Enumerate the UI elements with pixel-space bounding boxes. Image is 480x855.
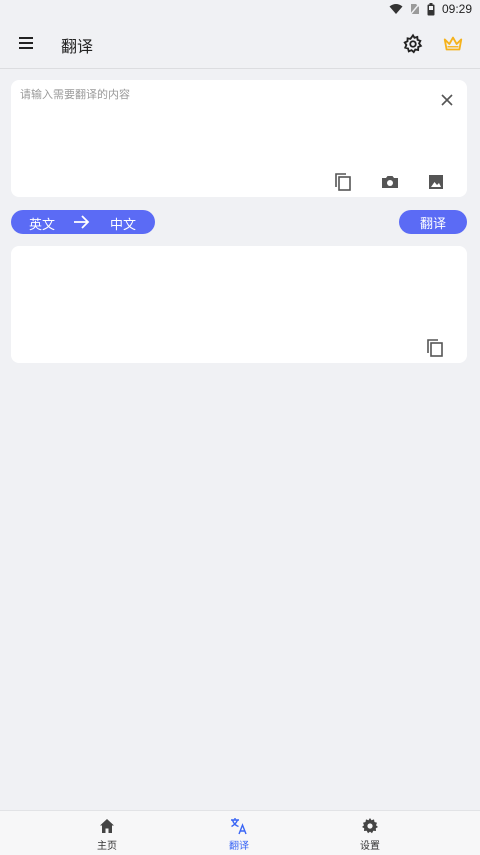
- translate-icon: [231, 818, 247, 835]
- nav-item-translate[interactable]: 翻译: [209, 817, 269, 852]
- status-time: 09:29: [441, 2, 472, 16]
- output-card: [11, 246, 467, 363]
- wifi-icon: [389, 4, 403, 14]
- copy-icon[interactable]: [333, 172, 353, 192]
- translate-button[interactable]: 翻译: [399, 210, 467, 234]
- nav-item-home[interactable]: 主页: [77, 817, 137, 852]
- input-placeholder[interactable]: 请输入需要翻译的内容: [20, 86, 130, 102]
- arrow-right-icon: [74, 215, 90, 229]
- home-icon: [100, 819, 114, 833]
- battery-icon: [427, 2, 435, 15]
- nav-item-settings[interactable]: 设置: [340, 817, 400, 852]
- language-selector[interactable]: 英文 中文: [11, 210, 155, 234]
- target-language[interactable]: 中文: [110, 214, 136, 233]
- status-bar: 09:29: [0, 0, 480, 18]
- crown-icon[interactable]: [442, 33, 464, 55]
- no-sim-icon: [409, 3, 420, 15]
- bottom-nav: 主页 翻译 设置: [0, 810, 480, 855]
- gear-icon[interactable]: [402, 33, 424, 55]
- app-bar: 翻译: [0, 18, 480, 69]
- nav-label-settings: 设置: [360, 841, 380, 852]
- image-icon[interactable]: [426, 172, 446, 192]
- gear-icon: [362, 818, 378, 834]
- input-card: 请输入需要翻译的内容: [11, 80, 467, 197]
- source-language[interactable]: 英文: [29, 214, 55, 233]
- close-icon[interactable]: [440, 93, 454, 107]
- page-title: 翻译: [61, 37, 94, 56]
- camera-icon[interactable]: [380, 172, 400, 192]
- nav-label-translate: 翻译: [229, 841, 249, 852]
- nav-label-home: 主页: [97, 841, 117, 852]
- menu-icon[interactable]: [18, 36, 34, 50]
- copy-icon[interactable]: [425, 338, 445, 358]
